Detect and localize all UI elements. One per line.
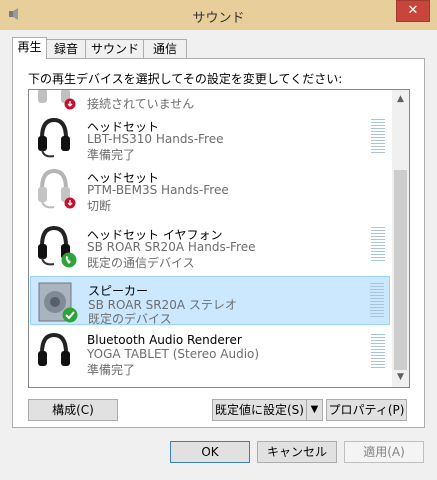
set-default-dropdown-button[interactable]: ▼	[306, 399, 323, 421]
tab-sounds[interactable]: サウンド	[85, 39, 145, 58]
list-item[interactable]: ヘッドセット PTM-BEM3S Hands-Free 切断	[30, 164, 390, 213]
device-status: 既定のデバイス	[88, 312, 172, 326]
device-list[interactable]: 接続されていません ヘッドセット LBT-HS310 Hands-Free 準備…	[28, 89, 410, 388]
level-meter	[371, 119, 385, 155]
cancel-button[interactable]: キャンセル	[257, 441, 337, 463]
checkmark-icon	[62, 307, 78, 323]
tab-playback[interactable]: 再生	[12, 37, 47, 59]
apply-button[interactable]: 適用(A)	[344, 441, 424, 463]
instruction-text: 下の再生デバイスを選択してその設定を変更してください:	[28, 72, 343, 86]
list-item[interactable]: ヘッドセット イヤフォン SB ROAR SR20A Hands-Free 既定…	[30, 221, 390, 270]
scrollbar-thumb[interactable]	[394, 170, 407, 370]
phone-icon	[61, 252, 77, 268]
headset-icon	[38, 117, 70, 158]
device-status: 切断	[87, 199, 112, 213]
window-title: サウンド	[192, 11, 245, 26]
list-item[interactable]: 接続されていません	[30, 90, 390, 113]
properties-button[interactable]: プロパティ(P)	[326, 399, 407, 421]
device-description: PTM-BEM3S Hands-Free	[87, 183, 229, 197]
device-status: 接続されていません	[87, 97, 195, 111]
set-default-button[interactable]: 既定値に設定(S)	[212, 399, 307, 421]
list-item[interactable]: Bluetooth Audio Renderer YOGA TABLET (St…	[30, 328, 390, 377]
device-description: YOGA TABLET (Stereo Audio)	[87, 347, 260, 361]
scroll-down-arrow-icon[interactable]: ▼	[392, 372, 409, 382]
device-status: 準備完了	[87, 148, 136, 162]
level-meter	[370, 283, 384, 319]
configure-button[interactable]: 構成(C)	[28, 399, 118, 421]
ok-button[interactable]: OK	[170, 441, 250, 463]
device-description: SB ROAR SR20A Hands-Free	[87, 240, 256, 254]
vertical-scrollbar[interactable]: ▲ ▼	[392, 90, 409, 387]
device-status: 既定の通信デバイス	[87, 256, 195, 270]
list-item-selected[interactable]: スピーカー SB ROAR SR20A ステレオ 既定のデバイス	[30, 276, 390, 326]
scroll-up-arrow-icon[interactable]: ▲	[392, 94, 409, 104]
tab-recording[interactable]: 録音	[45, 39, 87, 58]
device-status: 準備完了	[87, 363, 136, 377]
device-description: LBT-HS310 Hands-Free	[87, 132, 224, 146]
disconnected-icon	[64, 197, 76, 209]
level-meter	[371, 334, 385, 370]
title-bar: サウンド ✕	[0, 0, 437, 30]
tab-communications[interactable]: 通信	[143, 39, 187, 58]
disconnected-icon	[64, 98, 76, 110]
headphones-icon	[38, 332, 70, 366]
close-button[interactable]: ✕	[396, 0, 430, 22]
level-meter	[371, 227, 385, 263]
list-item[interactable]: ヘッドセット LBT-HS310 Hands-Free 準備完了	[30, 113, 390, 162]
device-name: Bluetooth Audio Renderer	[87, 333, 242, 347]
